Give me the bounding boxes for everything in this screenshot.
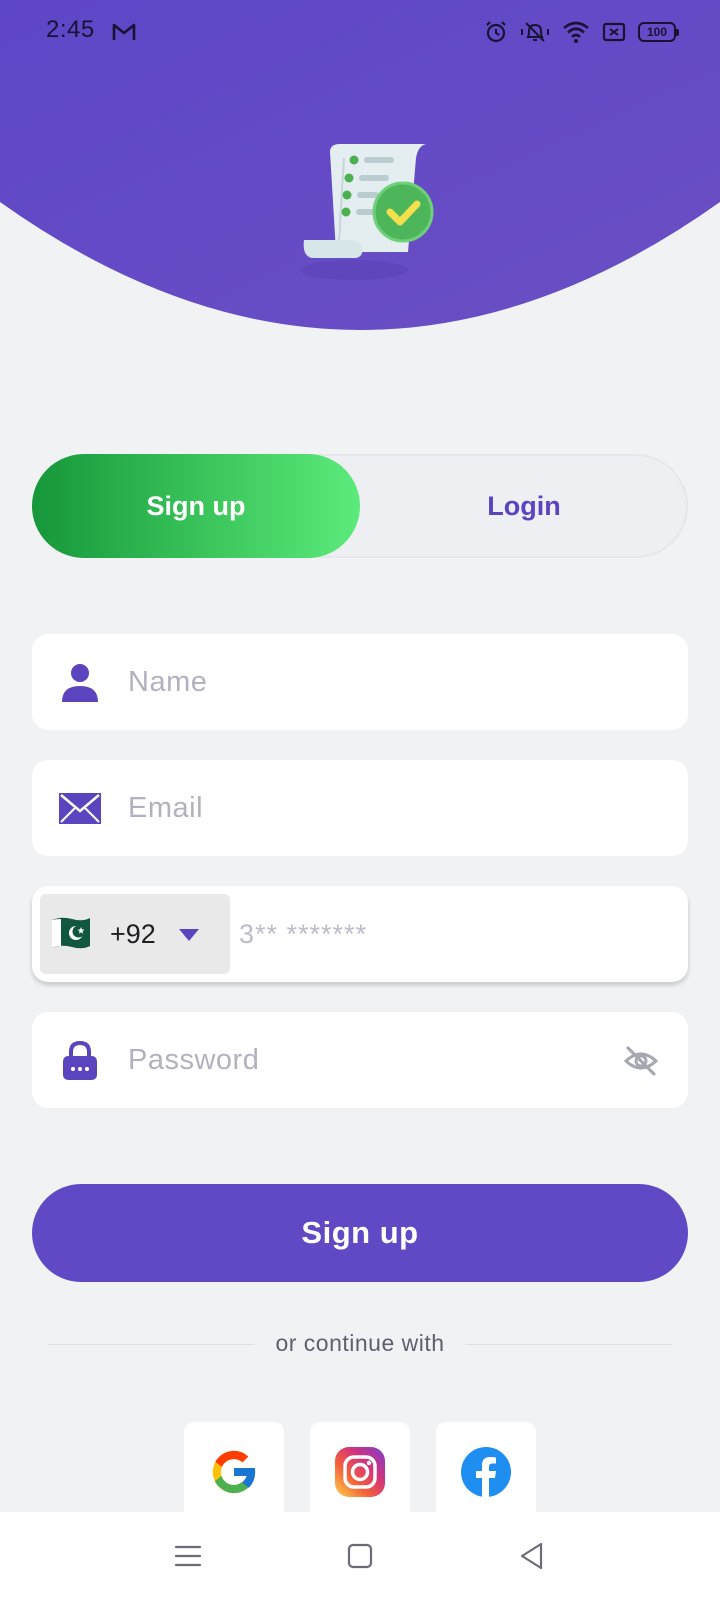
system-nav-bar <box>0 1512 720 1600</box>
tab-login[interactable]: Login <box>360 454 688 558</box>
divider-left <box>48 1344 254 1345</box>
facebook-icon <box>461 1447 511 1497</box>
status-time: 2:45 <box>46 16 95 43</box>
receipt-check-illustration <box>300 144 434 280</box>
dial-code: +92 <box>110 919 156 949</box>
country-code-picker[interactable]: +92 <box>40 894 230 974</box>
instagram-icon <box>335 1447 385 1497</box>
alarm-icon <box>486 21 506 43</box>
name-input[interactable]: Name <box>128 634 207 730</box>
lock-icon <box>63 1040 97 1080</box>
name-field[interactable]: Name <box>32 634 688 730</box>
instagram-login-button[interactable] <box>310 1422 410 1522</box>
chevron-down-icon <box>179 929 199 941</box>
wifi-icon <box>563 21 589 43</box>
auth-tabs: Sign up Login <box>32 454 688 558</box>
phone-field[interactable]: +92 3** ******* <box>32 886 688 982</box>
email-input[interactable]: Email <box>128 760 203 856</box>
password-input[interactable]: Password <box>128 1012 259 1108</box>
battery-icon: 100 <box>638 22 679 42</box>
pakistan-flag-icon <box>52 917 90 949</box>
person-icon <box>62 664 98 702</box>
status-bar: 2:45 100 <box>0 0 720 64</box>
or-continue-text: or continue with <box>275 1330 445 1356</box>
back-icon[interactable] <box>514 1538 550 1574</box>
google-login-button[interactable] <box>184 1422 284 1522</box>
status-icons: 100 <box>484 18 679 46</box>
signup-button[interactable]: Sign up <box>32 1184 688 1282</box>
divider-right <box>466 1344 672 1345</box>
google-icon <box>212 1450 257 1494</box>
sim-icon <box>602 22 626 42</box>
email-field[interactable]: Email <box>32 760 688 856</box>
menu-icon[interactable] <box>170 1538 206 1574</box>
phone-input[interactable]: 3** ******* <box>239 886 367 982</box>
envelope-icon <box>59 793 101 824</box>
facebook-login-button[interactable] <box>436 1422 536 1522</box>
tab-signup[interactable]: Sign up <box>32 454 360 558</box>
home-icon[interactable] <box>342 1538 378 1574</box>
vibrate-icon <box>521 22 549 42</box>
gmail-icon <box>112 23 136 40</box>
password-field[interactable]: Password <box>32 1012 688 1108</box>
eye-off-icon[interactable] <box>624 1044 658 1078</box>
